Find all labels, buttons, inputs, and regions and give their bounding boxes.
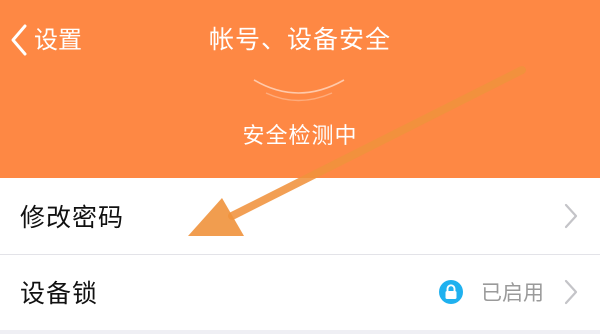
list-item-label: 设备锁	[20, 279, 99, 308]
list-item-change-password[interactable]: 修改密码	[0, 178, 600, 254]
settings-list: 修改密码 设备锁 已启用	[0, 178, 600, 330]
device-lock-status: 已启用	[481, 281, 544, 305]
lock-icon	[439, 280, 463, 304]
chevron-right-icon	[564, 278, 578, 306]
chevron-right-icon	[564, 202, 578, 230]
list-item-label: 修改密码	[20, 203, 125, 232]
security-check-status: 安全检测中	[242, 124, 358, 149]
list-item-device-lock[interactable]: 设备锁 已启用	[0, 254, 600, 330]
header: 设置 帐号、设备安全 安全检测中	[0, 0, 600, 178]
